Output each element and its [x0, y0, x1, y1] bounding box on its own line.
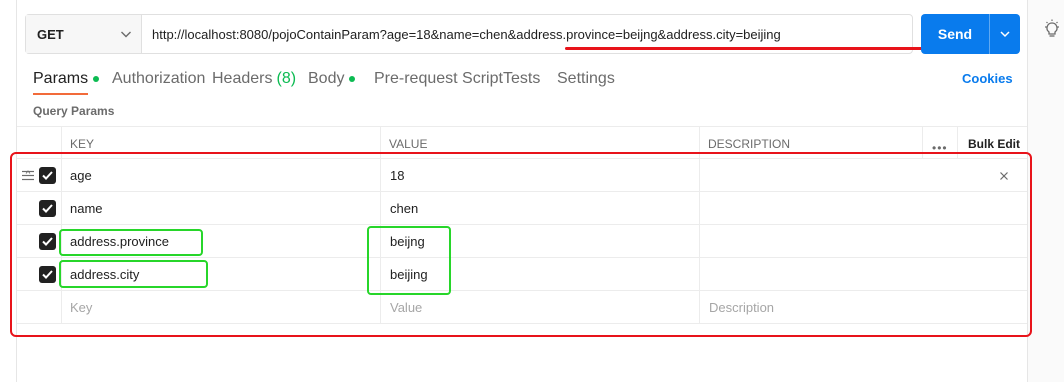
query-params-heading: Query Params [33, 104, 115, 118]
send-options-button[interactable] [990, 14, 1020, 54]
annotation-green-box [367, 226, 451, 295]
tab-pre-request-script[interactable]: Pre-request Script [374, 70, 503, 88]
annotation-green-box [59, 229, 203, 256]
headers-count: (8) [276, 70, 297, 87]
tab-label: Headers [212, 70, 273, 87]
tab-headers[interactable]: Headers (8) [212, 70, 296, 88]
tab-label: Tests [503, 70, 541, 87]
tab-body[interactable]: Body [308, 70, 356, 88]
cookies-link[interactable]: Cookies [962, 71, 1013, 86]
send-button[interactable]: Send [921, 14, 1020, 54]
tab-label: Settings [557, 70, 615, 87]
tab-label: Authorization [112, 70, 206, 87]
tab-tests[interactable]: Tests [503, 70, 540, 88]
send-label: Send [937, 26, 973, 42]
tab-params[interactable]: Params [33, 70, 100, 88]
request-bar: GET http://localhost:8080/pojoContainPar… [25, 14, 930, 54]
method-label: GET [37, 26, 64, 42]
url-text: http://localhost:8080/pojoContainParam?a… [152, 26, 781, 42]
active-tab-underline [33, 93, 88, 95]
annotation-green-box [59, 260, 208, 288]
status-dot [349, 76, 356, 82]
tab-label: Body [308, 70, 345, 87]
tab-settings[interactable]: Settings [557, 70, 615, 88]
right-sidebar [1028, 0, 1064, 382]
annotation-underline [565, 47, 930, 50]
url-input[interactable]: http://localhost:8080/pojoContainParam?a… [142, 15, 930, 53]
tab-label: Params [33, 70, 89, 87]
chevron-down-icon [121, 31, 131, 38]
tab-label: Pre-request Script [374, 70, 503, 87]
chevron-down-icon [1000, 31, 1010, 38]
lightbulb-icon[interactable] [1043, 19, 1061, 41]
status-dot [93, 76, 100, 82]
method-select[interactable]: GET [26, 15, 142, 53]
tab-authorization[interactable]: Authorization [112, 70, 205, 88]
postman-request-view: GET http://localhost:8080/pojoContainPar… [0, 0, 1064, 382]
